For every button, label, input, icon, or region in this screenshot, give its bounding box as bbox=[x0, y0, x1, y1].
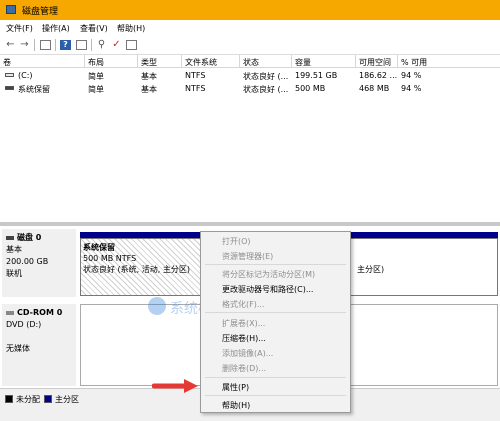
partition-c-status: 主分区) bbox=[357, 265, 385, 274]
console-icon[interactable] bbox=[126, 40, 137, 50]
col-header-layout[interactable]: 布局 bbox=[85, 55, 138, 68]
help-icon[interactable]: ? bbox=[60, 40, 71, 50]
context-menu: 打开(O) 资源管理器(E) 将分区标记为活动分区(M) 更改驱动器号和路径(C… bbox=[200, 231, 351, 413]
col-header-type[interactable]: 类型 bbox=[138, 55, 182, 68]
volume-icon bbox=[5, 86, 14, 90]
window-title: 磁盘管理 bbox=[22, 7, 59, 17]
volume-layout: 简单 bbox=[88, 85, 104, 94]
disk-0-info[interactable]: 磁盘 0 基本 200.00 GB 联机 bbox=[2, 229, 76, 297]
cdrom-0-info[interactable]: CD-ROM 0 DVD (D:) 无媒体 bbox=[2, 304, 76, 386]
volume-free-space: 186.62 ... bbox=[359, 71, 398, 80]
menu-file[interactable]: 文件(F) bbox=[6, 23, 33, 34]
toolbar: ← → ? ⚲ ✓ bbox=[0, 36, 500, 55]
menu-help[interactable]: 帮助(H) bbox=[117, 23, 145, 34]
menu-bar: 文件(F) 操作(A) 查看(V) 帮助(H) bbox=[0, 20, 500, 36]
cdrom-0-name: CD-ROM 0 bbox=[6, 307, 76, 319]
legend-unallocated-swatch bbox=[5, 395, 13, 403]
partition-size: 500 MB NTFS bbox=[83, 254, 137, 263]
title-bar: 磁盘管理 bbox=[0, 0, 500, 20]
volume-list: 卷 布局 类型 文件系统 状态 容量 可用空间 % 可用 (C:) 简单 基本 … bbox=[0, 55, 500, 222]
volume-filesystem: NTFS bbox=[185, 84, 206, 93]
volume-free-space: 468 MB bbox=[359, 84, 390, 93]
volume-icon bbox=[5, 73, 14, 77]
volume-capacity: 500 MB bbox=[295, 84, 326, 93]
menu-item-extend-volume[interactable]: 扩展卷(X)... bbox=[222, 318, 265, 329]
col-header-status[interactable]: 状态 bbox=[240, 55, 292, 68]
volume-percent-free: 94 % bbox=[401, 84, 422, 93]
disk-0-size: 200.00 GB bbox=[6, 257, 49, 266]
menu-item-mark-active[interactable]: 将分区标记为活动分区(M) bbox=[222, 269, 315, 280]
checklist-icon[interactable]: ✓ bbox=[111, 40, 122, 50]
disk-management-icon bbox=[6, 5, 16, 14]
menu-item-help[interactable]: 帮助(H) bbox=[222, 400, 250, 411]
legend-primary: 主分区 bbox=[55, 395, 79, 404]
volume-percent-free: 94 % bbox=[401, 71, 422, 80]
disk-icon bbox=[6, 235, 14, 240]
menu-item-shrink-volume[interactable]: 压缩卷(H)... bbox=[222, 333, 266, 344]
annotation-arrow-icon bbox=[152, 379, 198, 393]
volume-name: 系统保留 bbox=[18, 85, 50, 94]
col-header-free-space[interactable]: 可用空间 bbox=[356, 55, 398, 68]
col-header-percent-free[interactable]: % 可用 bbox=[398, 55, 500, 68]
menu-item-open[interactable]: 打开(O) bbox=[222, 236, 251, 247]
legend-primary-swatch bbox=[44, 395, 52, 403]
volume-type: 基本 bbox=[141, 72, 157, 81]
col-header-filesystem[interactable]: 文件系统 bbox=[182, 55, 240, 68]
watermark-logo-icon bbox=[148, 297, 166, 315]
forward-arrow-icon[interactable]: → bbox=[19, 40, 30, 50]
disk-0-status: 联机 bbox=[6, 269, 22, 278]
menu-action[interactable]: 操作(A) bbox=[42, 23, 70, 34]
cdrom-0-type: DVD (D:) bbox=[6, 320, 42, 329]
menu-view[interactable]: 查看(V) bbox=[80, 23, 108, 34]
volume-name: (C:) bbox=[18, 71, 33, 80]
volume-type: 基本 bbox=[141, 85, 157, 94]
legend-unallocated: 未分配 bbox=[16, 395, 40, 404]
menu-item-format[interactable]: 格式化(F)... bbox=[222, 299, 264, 310]
col-header-capacity[interactable]: 容量 bbox=[292, 55, 356, 68]
menu-item-add-mirror[interactable]: 添加镜像(A)... bbox=[222, 348, 273, 359]
partition-system-reserved[interactable]: 系统保留 500 MB NTFS 状态良好 (系统, 活动, 主分区) bbox=[80, 238, 204, 296]
volume-capacity: 199.51 GB bbox=[295, 71, 338, 80]
col-header-volume[interactable]: 卷 bbox=[0, 55, 85, 68]
cdrom-0-status: 无媒体 bbox=[6, 344, 30, 353]
cdrom-icon bbox=[6, 310, 14, 315]
volume-status: 状态良好 (... bbox=[243, 72, 289, 81]
menu-item-change-drive-letter[interactable]: 更改驱动器号和路径(C)... bbox=[222, 284, 313, 295]
show-hide-console-tree-icon[interactable] bbox=[40, 40, 51, 50]
volume-status: 状态良好 (... bbox=[243, 85, 289, 94]
menu-item-properties[interactable]: 属性(P) bbox=[222, 382, 249, 393]
partition-name: 系统保留 bbox=[83, 243, 115, 252]
properties-icon[interactable] bbox=[76, 40, 87, 50]
disk-0-type: 基本 bbox=[6, 245, 22, 254]
menu-item-delete-volume[interactable]: 删除卷(D)... bbox=[222, 363, 266, 374]
volume-layout: 简单 bbox=[88, 72, 104, 81]
back-arrow-icon[interactable]: ← bbox=[5, 40, 16, 50]
disk-0-name: 磁盘 0 bbox=[6, 232, 76, 244]
menu-item-explore[interactable]: 资源管理器(E) bbox=[222, 251, 273, 262]
connect-icon[interactable]: ⚲ bbox=[96, 40, 107, 50]
volume-filesystem: NTFS bbox=[185, 71, 206, 80]
partition-status: 状态良好 (系统, 活动, 主分区) bbox=[83, 265, 190, 274]
